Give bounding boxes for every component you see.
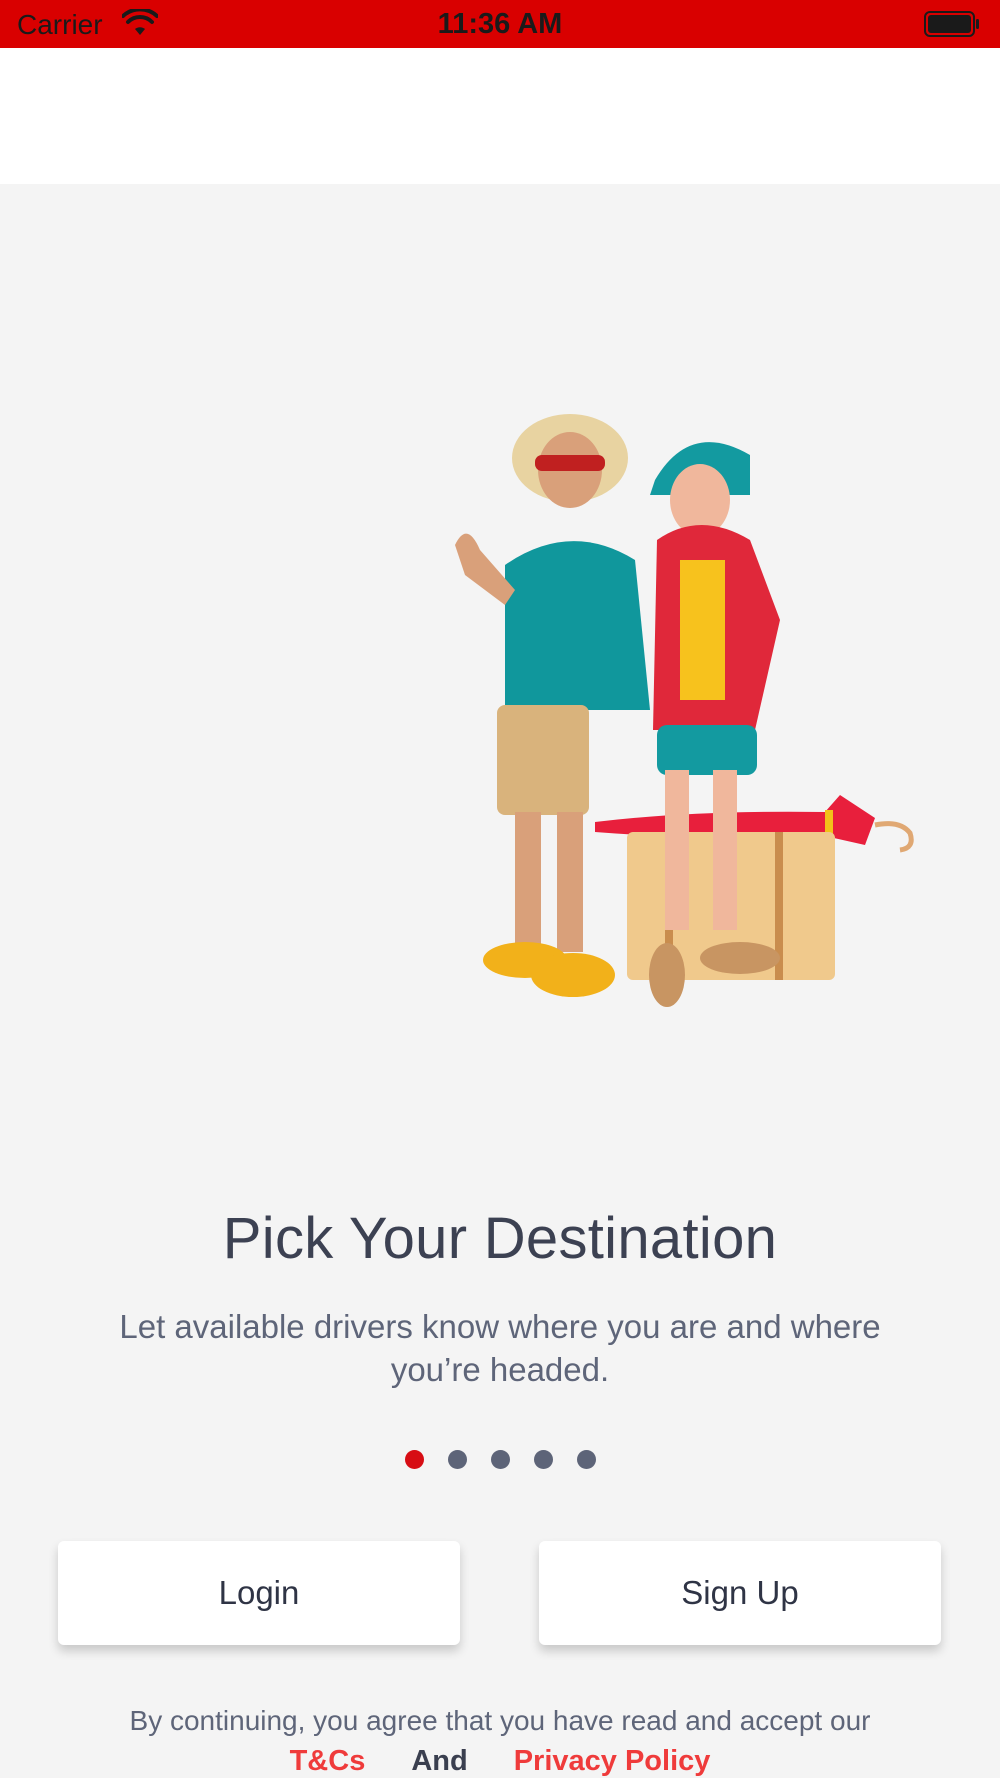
legal-notice: By continuing, you agree that you have r… <box>129 1705 871 1736</box>
man-graphic <box>455 414 650 997</box>
signup-button[interactable]: Sign Up <box>539 1541 941 1645</box>
page-indicator[interactable] <box>0 1450 1000 1469</box>
login-button[interactable]: Login <box>58 1541 460 1645</box>
status-bar: Carrier 11:36 AM <box>0 0 1000 48</box>
page-dot-4[interactable] <box>533 1450 553 1469</box>
page-dot-2[interactable] <box>447 1450 467 1469</box>
page-dot-3[interactable] <box>490 1450 510 1469</box>
legal-links: T&Cs And Privacy Policy <box>0 1745 1000 1778</box>
battery-icon <box>924 11 979 37</box>
and-label: And <box>411 1745 468 1777</box>
clock: 11:36 AM <box>437 8 563 40</box>
onboarding-subtitle: Let available drivers know where you are… <box>119 1308 881 1388</box>
page-dot-1[interactable] <box>404 1450 424 1469</box>
privacy-policy-link[interactable]: Privacy Policy <box>514 1745 711 1777</box>
onboarding-title: Pick Your Destination <box>222 1206 778 1271</box>
terms-link[interactable]: T&Cs <box>290 1745 366 1777</box>
travelers-illustration <box>455 414 914 1007</box>
header-area <box>0 48 1000 184</box>
page-dot-5[interactable] <box>576 1450 596 1469</box>
